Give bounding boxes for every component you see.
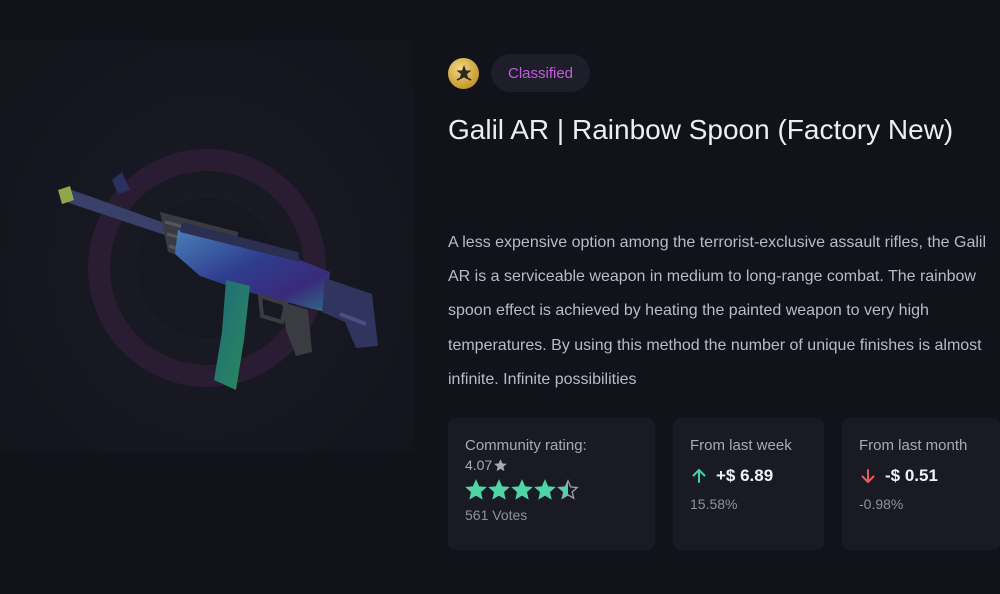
star-filled-icon[interactable] [534, 479, 556, 501]
month-label: From last month [859, 437, 968, 454]
rating-label: Community rating: [465, 437, 587, 454]
star-rating[interactable] [465, 479, 638, 501]
item-description: A less expensive option among the terror… [448, 234, 987, 388]
week-label: From last week [690, 437, 792, 454]
week-percent-change: 15.58% [690, 496, 738, 512]
star-filled-icon[interactable] [488, 479, 510, 501]
rarity-row: Classified [448, 54, 591, 92]
star-filled-icon[interactable] [511, 479, 533, 501]
star-icon [494, 458, 507, 471]
month-percent-change: -0.98% [859, 496, 904, 512]
star-partial-icon[interactable] [557, 479, 579, 501]
week-price-change: +$ 6.89 [716, 466, 774, 485]
item-image-panel [0, 40, 414, 452]
item-title: Galil AR | Rainbow Spoon (Factory New) [448, 114, 954, 145]
vote-count: 561 Votes [465, 507, 528, 523]
rating-value-row: 4.07 [465, 457, 638, 473]
galil-ar-rifle-image [58, 149, 378, 390]
month-change-card: From last month -$ 0.51 -0.98% [842, 418, 1000, 550]
rating-value: 4.07 [465, 457, 493, 473]
month-delta-row: -$ 0.51 [859, 466, 983, 486]
rank-emblem-icon [448, 57, 479, 89]
month-price-change: -$ 0.51 [885, 466, 938, 485]
week-change-card: From last week +$ 6.89 15.58% [673, 418, 824, 550]
arrow-down-icon [861, 469, 875, 483]
arrow-up-icon [692, 469, 706, 483]
star-filled-icon[interactable] [465, 479, 487, 501]
community-rating-card: Community rating: 4.07 561 Votes [448, 418, 655, 550]
rarity-badge: Classified [491, 54, 591, 92]
week-delta-row: +$ 6.89 [690, 466, 807, 486]
